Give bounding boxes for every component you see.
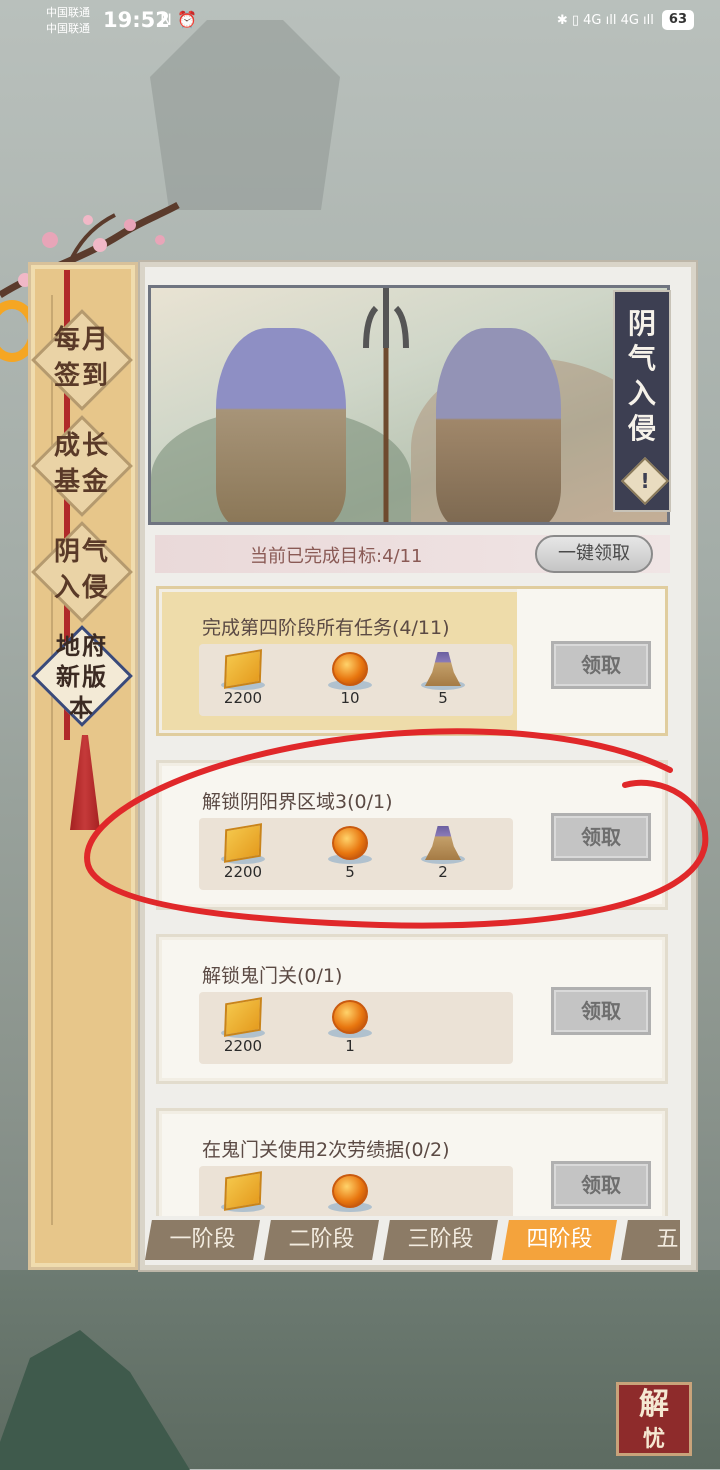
stage-tabs: 一阶段 二阶段 三阶段 四阶段 五阶: [145, 1220, 680, 1262]
reward-count: 2200: [223, 1037, 263, 1055]
ticket-icon: [224, 997, 262, 1037]
status-right-icons: ✱ ▯ 4G ıll 4G ıll 63: [557, 10, 694, 30]
tab-new-version[interactable]: 地府新版本: [31, 625, 133, 727]
carrier-info: 中国联通 中国联通: [46, 5, 90, 37]
reward-item[interactable]: [207, 1171, 279, 1216]
reward-tray: [199, 1166, 513, 1216]
task-name: 完成第四阶段所有任务(4/11): [202, 617, 450, 639]
status-left-icons: N ⏰: [160, 10, 197, 29]
progress-label: 当前已完成目标:4/11: [250, 546, 423, 567]
horse-face-character: [216, 328, 346, 522]
reward-count: 10: [340, 689, 360, 707]
reward-count: 2200: [223, 689, 263, 707]
claim-button[interactable]: 领取: [551, 987, 651, 1035]
carrier-2: 中国联通: [46, 22, 90, 35]
background-pavilion: [150, 20, 340, 210]
reward-item[interactable]: 5: [407, 650, 479, 716]
stage-tab-4[interactable]: 四阶段: [502, 1220, 617, 1260]
bell-icon: [425, 652, 461, 686]
reward-tray: 2200 10 5: [199, 644, 513, 716]
stage-tab-1[interactable]: 一阶段: [145, 1220, 260, 1260]
task-name: 在鬼门关使用2次劳绩据(0/2): [202, 1139, 450, 1161]
tab-label: 阴气入侵: [34, 534, 130, 606]
orb-icon: [332, 1000, 368, 1034]
tab-monthly-signin[interactable]: 每月签到: [31, 309, 133, 411]
ticket-icon: [224, 1171, 262, 1211]
orb-icon: [332, 1174, 368, 1208]
event-title-text: 阴气入侵: [627, 307, 656, 445]
tab-label: 地府新版本: [34, 630, 130, 723]
tab-label-text: 成长基金: [53, 431, 110, 497]
seal-char-2: 忧: [642, 1426, 665, 1452]
red-circle-annotation: [84, 728, 709, 929]
tab-yin-invasion[interactable]: 阴气入侵: [31, 521, 133, 623]
tab-label-text: 阴气入侵: [53, 537, 110, 603]
task-name: 解锁鬼门关(0/1): [202, 965, 343, 987]
stage-tab-5[interactable]: 五阶: [621, 1220, 680, 1260]
battery-icon: 63: [661, 10, 694, 30]
task-item: 解锁鬼门关(0/1) 2200 1 领取: [156, 934, 668, 1084]
tab-label-text: 地府新版本: [56, 631, 108, 722]
tab-growth-fund[interactable]: 成长基金: [31, 415, 133, 517]
tab-label: 成长基金: [34, 428, 130, 500]
claim-all-button[interactable]: 一键领取: [535, 535, 653, 573]
status-bar: 中国联通 中国联通 19:52 N ⏰ ✱ ▯ 4G ıll 4G ıll 63: [0, 0, 720, 44]
ox-head-character: [436, 328, 561, 522]
signal-icons: ✱ ▯ 4G ıll 4G ıll: [556, 12, 654, 28]
trident-icon: [363, 288, 409, 522]
event-banner: [148, 285, 670, 525]
seal-char-1: 解: [639, 1387, 669, 1422]
reward-count: 1: [345, 1037, 355, 1055]
reward-count: 5: [438, 689, 448, 707]
reward-tray: 2200 1: [199, 992, 513, 1064]
tab-label-text: 每月签到: [53, 325, 110, 391]
claim-button[interactable]: 领取: [551, 641, 651, 689]
carrier-1: 中国联通: [46, 6, 90, 19]
task-item: 完成第四阶段所有任务(4/11) 2200 10 5 领取: [156, 586, 668, 736]
tab-label: 每月签到: [34, 322, 130, 394]
reward-item[interactable]: [314, 1172, 386, 1216]
task-item: 在鬼门关使用2次劳绩据(0/2) 领取: [156, 1108, 668, 1216]
reward-item[interactable]: 2200: [207, 997, 279, 1064]
ticket-icon: [224, 649, 262, 689]
stage-tab-2[interactable]: 二阶段: [264, 1220, 379, 1260]
info-icon-glyph: !: [640, 469, 650, 493]
corner-seal-button[interactable]: 解 忧: [616, 1382, 692, 1456]
reward-item[interactable]: 2200: [207, 649, 279, 716]
reward-item[interactable]: 10: [314, 650, 386, 716]
reward-item[interactable]: 1: [314, 998, 386, 1064]
event-title: 阴气入侵: [615, 292, 669, 446]
claim-button[interactable]: 领取: [551, 1161, 651, 1209]
stage-tab-3[interactable]: 三阶段: [383, 1220, 498, 1260]
orb-icon: [332, 652, 368, 686]
info-icon[interactable]: !: [620, 456, 670, 506]
event-title-badge: 阴气入侵 !: [613, 290, 671, 512]
